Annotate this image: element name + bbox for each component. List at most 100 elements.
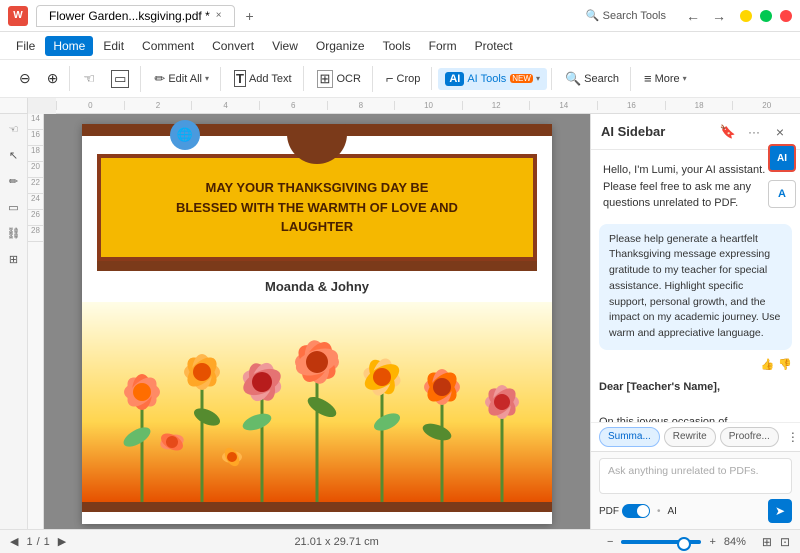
- vertical-ruler: 14 16 18 20 22 24 26 28: [28, 114, 44, 529]
- status-bar: ◀ 1 / 1 ▶ 21.01 x 29.71 cm − + 84% ⊞ ⊡: [0, 529, 800, 553]
- current-page: 1: [26, 536, 32, 548]
- crop-button[interactable]: ⌐ Crop: [379, 67, 427, 90]
- menu-protect[interactable]: Protect: [467, 36, 521, 56]
- ocr-button[interactable]: ⊞ OCR: [310, 66, 368, 92]
- ai-icon: AI: [445, 72, 464, 86]
- menu-form[interactable]: Form: [421, 36, 465, 56]
- zoom-out-icon: ⊖: [19, 70, 31, 87]
- pdf-main-text: MAY YOUR THANKSGIVING DAY BE BLESSED WIT…: [116, 178, 518, 237]
- proofread-tab[interactable]: Proofre...: [720, 427, 779, 447]
- ruler-corner: [0, 98, 28, 114]
- fit-page-button[interactable]: ⊞: [762, 535, 772, 549]
- pdf-signature: Moanda & Johny: [82, 271, 552, 302]
- page-dimensions: 21.01 x 29.71 cm: [294, 536, 378, 548]
- zoom-out-status-button[interactable]: −: [607, 536, 613, 548]
- app-icon: W: [8, 6, 28, 26]
- select-icon: ▭: [111, 70, 129, 88]
- ai-sidebar: AI Sidebar 🔖 ··· × AI A Hello, I'm Lumi,…: [590, 114, 800, 529]
- edit-icon: ✏: [154, 71, 165, 87]
- zoom-in-icon: ⊕: [47, 70, 59, 87]
- ai-input-field[interactable]: Ask anything unrelated to PDFs.: [599, 458, 792, 494]
- pdf-canvas-area[interactable]: 🌐 MAY YOUR THANKSGIVING DAY BE BLESSED W…: [44, 114, 590, 529]
- menu-bar: File Home Edit Comment Convert View Orga…: [0, 32, 800, 60]
- ai-secondary-button[interactable]: A: [768, 180, 796, 208]
- window-controls: 🔍 Search Tools ← →: [586, 8, 792, 24]
- pdf-toggle-switch[interactable]: [622, 504, 650, 518]
- add-text-icon: T: [234, 70, 246, 87]
- ai-tools-button[interactable]: AI AI Tools NEW ▾: [438, 68, 547, 90]
- sidebar-title: AI Sidebar: [601, 124, 712, 139]
- search-tools[interactable]: 🔍 Search Tools: [586, 9, 666, 22]
- ai-response-text: Dear [Teacher's Name], On this joyous oc…: [599, 379, 792, 422]
- more-button[interactable]: ≡ More ▾: [637, 67, 694, 90]
- pdf-card: MAY YOUR THANKSGIVING DAY BE BLESSED WIT…: [97, 154, 537, 261]
- thumbs-down-icon[interactable]: 👎: [778, 358, 792, 371]
- window-maximize[interactable]: [760, 10, 772, 22]
- next-page-button[interactable]: ▶: [58, 535, 66, 548]
- left-toolbar: ☜ ↖ ✏ ▭ ⛓ ⊞: [0, 114, 28, 529]
- pdf-bottom-bar: [82, 502, 552, 512]
- thumbs-up-icon[interactable]: 👍: [761, 358, 775, 371]
- user-message-bubble: Please help generate a heartfelt Thanksg…: [599, 224, 792, 350]
- search-button[interactable]: 🔍 Search: [558, 67, 626, 91]
- left-tool-shapes[interactable]: ▭: [3, 196, 25, 218]
- summarize-tab[interactable]: Summa...: [599, 427, 660, 447]
- ai-send-button[interactable]: ➤: [768, 499, 792, 523]
- bookmark-icon[interactable]: 🔖: [718, 122, 738, 142]
- pdf-flower-scene: [82, 302, 552, 502]
- nav-forward-icon[interactable]: →: [712, 8, 726, 24]
- more-icon: ≡: [644, 71, 652, 86]
- tab-title: Flower Garden...ksgiving.pdf *: [49, 9, 210, 23]
- menu-file[interactable]: File: [8, 36, 43, 56]
- sidebar-more-icon[interactable]: ···: [744, 122, 764, 142]
- prev-page-button[interactable]: ◀: [10, 535, 18, 548]
- edit-all-button[interactable]: ✏ Edit All ▾: [147, 67, 216, 91]
- pdf-flowers-svg: [82, 302, 552, 502]
- menu-home[interactable]: Home: [45, 36, 93, 56]
- sidebar-close-icon[interactable]: ×: [770, 122, 790, 142]
- action-tabs-row: Summa... Rewrite Proofre... ⋮: [591, 422, 800, 451]
- action-tab-more-icon[interactable]: ⋮: [783, 427, 800, 447]
- menu-comment[interactable]: Comment: [134, 36, 202, 56]
- new-tab-button[interactable]: +: [239, 5, 261, 27]
- ai-tools-caret-icon: ▾: [536, 74, 540, 83]
- zoom-in-button[interactable]: ⊕: [40, 66, 66, 91]
- title-bar: W Flower Garden...ksgiving.pdf * × + 🔍 S…: [0, 0, 800, 32]
- document-tab[interactable]: Flower Garden...ksgiving.pdf * ×: [36, 5, 235, 27]
- left-tool-hand[interactable]: ☜: [3, 118, 25, 140]
- window-close[interactable]: [780, 10, 792, 22]
- menu-edit[interactable]: Edit: [95, 36, 132, 56]
- left-tool-layers[interactable]: ⊞: [3, 248, 25, 270]
- zoom-level: 84%: [724, 536, 754, 548]
- menu-tools[interactable]: Tools: [375, 36, 419, 56]
- feedback-row: 👍 👎: [599, 358, 792, 371]
- zoom-in-status-button[interactable]: +: [709, 536, 715, 548]
- nav-back-icon[interactable]: ←: [686, 8, 700, 24]
- translate-button[interactable]: 🌐: [170, 120, 200, 150]
- left-tool-link[interactable]: ⛓: [3, 222, 25, 244]
- page-separator: /: [37, 536, 40, 548]
- pdf-brown-band: [97, 261, 537, 271]
- left-tool-pen[interactable]: ✏: [3, 170, 25, 192]
- left-tool-cursor[interactable]: ↖: [3, 144, 25, 166]
- search-icon: 🔍: [565, 71, 581, 87]
- close-tab-icon[interactable]: ×: [216, 10, 222, 21]
- menu-convert[interactable]: Convert: [204, 36, 262, 56]
- rewrite-tab[interactable]: Rewrite: [664, 427, 716, 447]
- horizontal-ruler: 0 2 4 6 8 10 12 14 16 18 20: [56, 98, 800, 114]
- ai-input-area: Ask anything unrelated to PDFs. PDF • AI…: [591, 451, 800, 529]
- total-pages: 1: [44, 536, 50, 548]
- menu-view[interactable]: View: [264, 36, 306, 56]
- window-minimize[interactable]: [740, 10, 752, 22]
- zoom-slider[interactable]: [621, 540, 701, 544]
- zoom-out-button[interactable]: ⊖: [12, 66, 38, 91]
- add-text-button[interactable]: T Add Text: [227, 66, 299, 91]
- more-caret-icon: ▾: [683, 74, 687, 83]
- hand-icon: ☜: [83, 71, 95, 87]
- edit-caret-icon: ▾: [205, 74, 209, 83]
- menu-organize[interactable]: Organize: [308, 36, 373, 56]
- hand-tool-button[interactable]: ☜: [76, 67, 102, 91]
- select-tool-button[interactable]: ▭: [104, 66, 136, 92]
- fit-width-button[interactable]: ⊡: [780, 535, 790, 549]
- ai-active-button[interactable]: AI: [768, 144, 796, 172]
